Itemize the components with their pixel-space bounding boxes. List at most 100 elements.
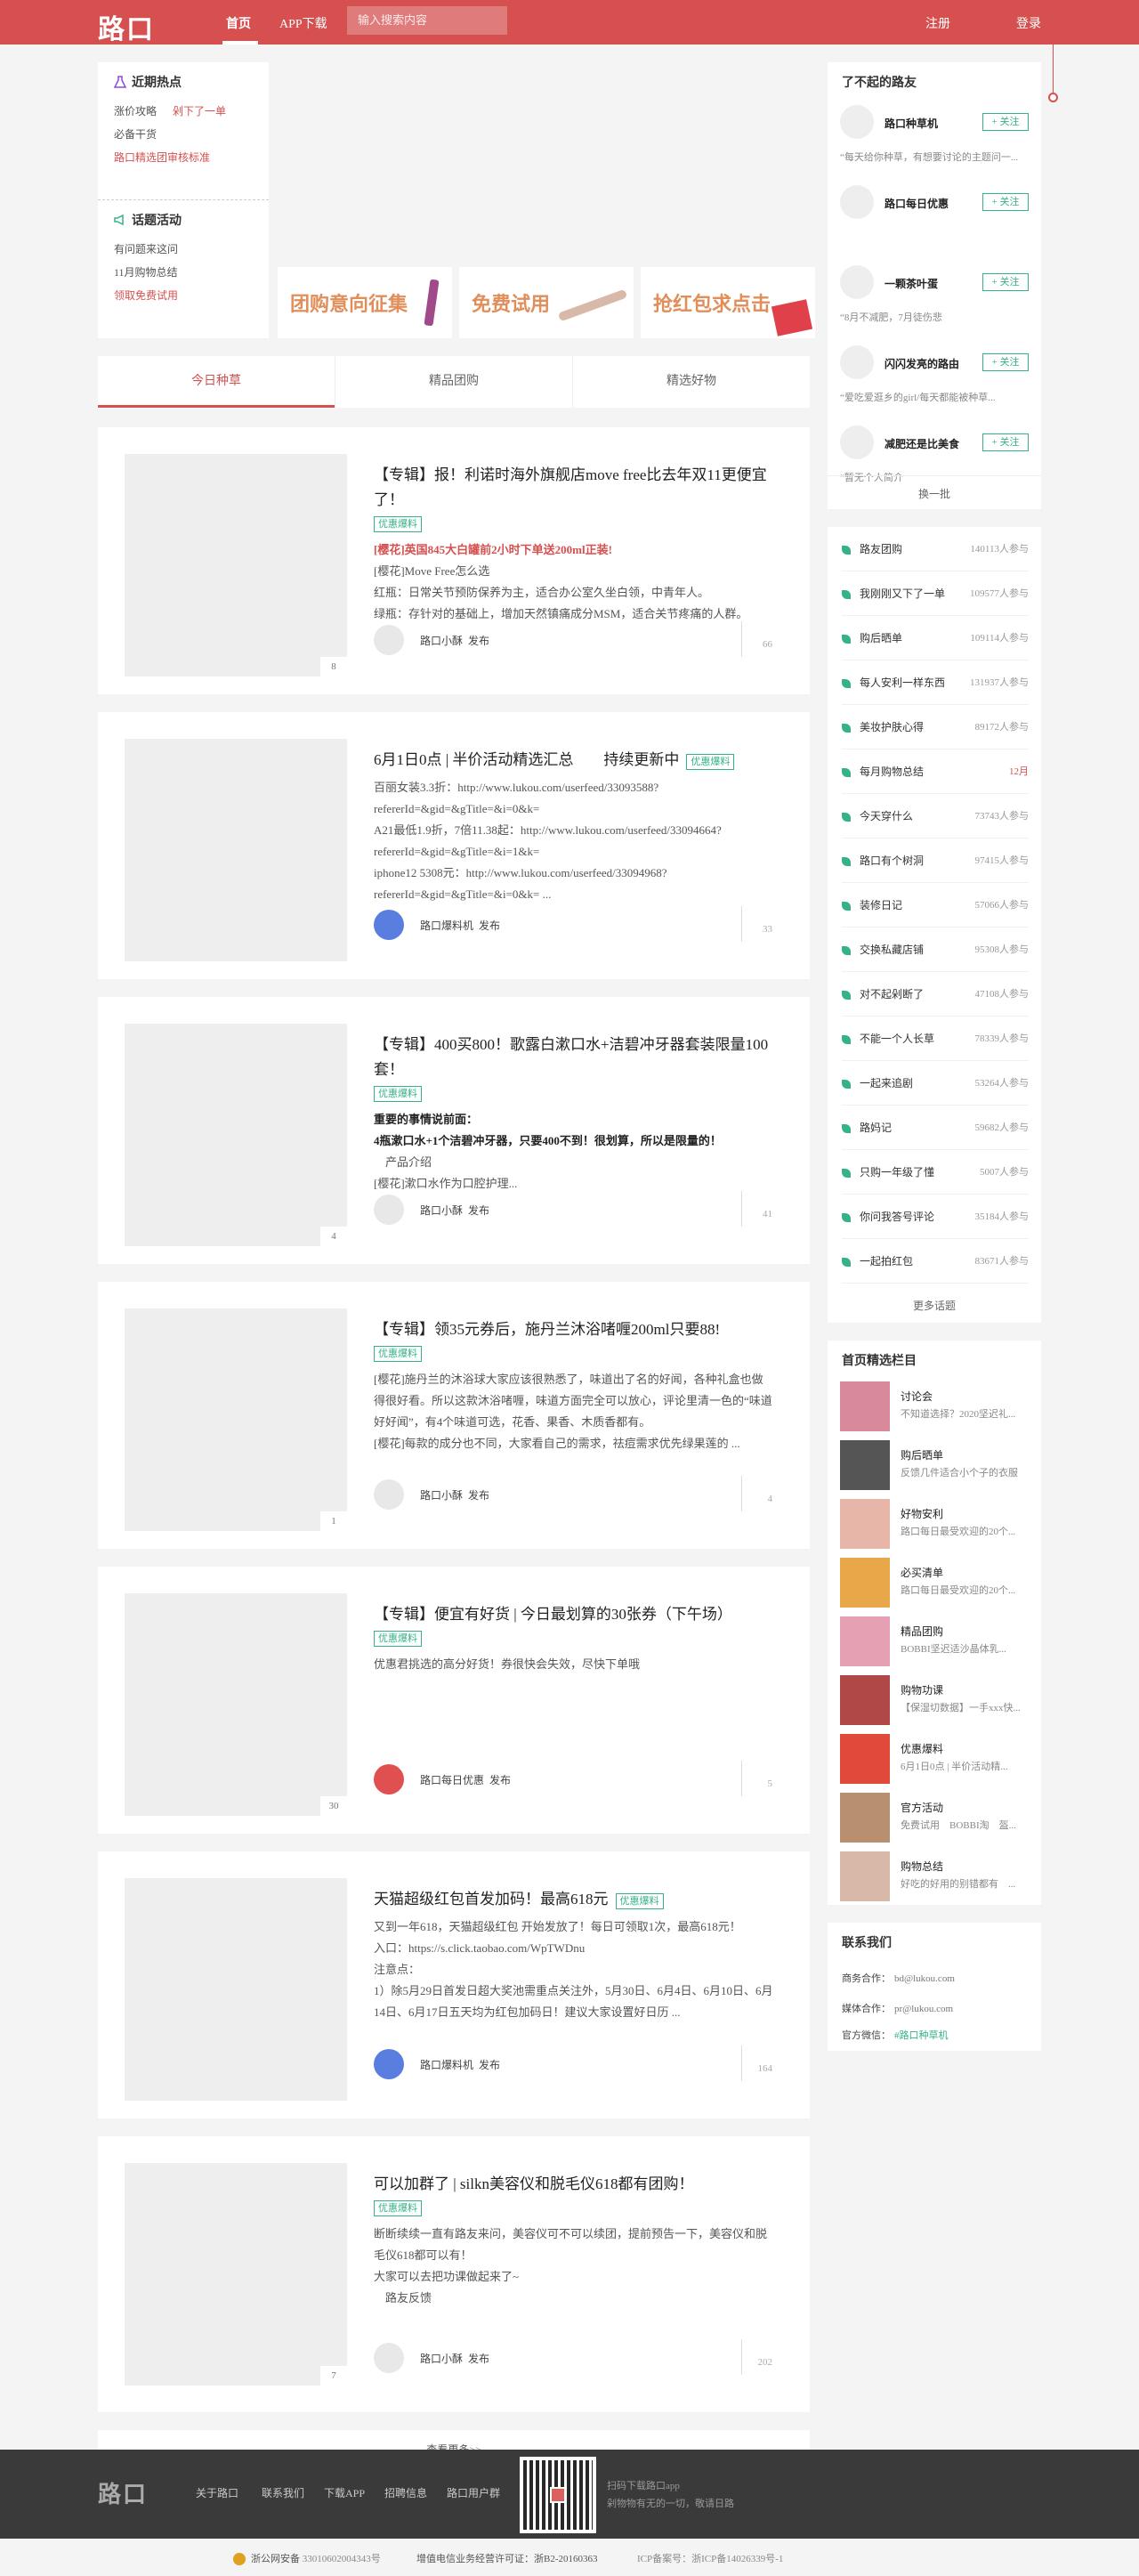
topic-name[interactable]: 只购一年级了懂: [860, 1166, 934, 1179]
author-name[interactable]: 路口爆料机: [420, 918, 473, 933]
post-thumbnail[interactable]: [125, 739, 347, 961]
topic-item[interactable]: 装修日记 57066人参与: [842, 883, 1029, 928]
follow-button[interactable]: + 关注: [982, 353, 1029, 371]
author-name[interactable]: 路口每日优惠: [420, 1772, 484, 1787]
icp-value[interactable]: 浙ICP备14026339号-1: [691, 2554, 783, 2564]
topic-item[interactable]: 每人安利一样东西 131937人参与: [842, 660, 1029, 705]
column-thumbnail[interactable]: [840, 1558, 890, 1608]
avatar[interactable]: [374, 625, 404, 655]
column-thumbnail[interactable]: [840, 1793, 890, 1843]
footer-link-about[interactable]: 关于路口: [196, 2485, 238, 2500]
column-name[interactable]: 精品团购: [901, 1624, 943, 1639]
post-card[interactable]: 天猫超级红包首发加码！最高618元 优惠爆料 又到一年618，天猫超级红包 开始发放…: [98, 1851, 810, 2118]
tab-today[interactable]: 今日种草: [98, 356, 335, 408]
post-thumbnail[interactable]: 8: [125, 454, 347, 676]
post-card[interactable]: 4 【专辑】400买800！歌露白漱口水+洁碧冲牙器套装限量100套！ 优惠爆料 重要…: [98, 997, 810, 1264]
column-thumbnail[interactable]: [840, 1675, 890, 1725]
avatar[interactable]: [840, 265, 874, 299]
column-name[interactable]: 购后晒单: [901, 1447, 943, 1462]
friend-name[interactable]: 路口每日优惠: [885, 196, 972, 211]
column-thumbnail[interactable]: [840, 1616, 890, 1666]
avatar[interactable]: [840, 105, 874, 139]
topic-item[interactable]: 一起来追剧 53264人参与: [842, 1061, 1029, 1106]
column-item[interactable]: 官方活动 免费试用 BOBBI淘 盔...: [840, 1789, 1029, 1844]
police-value[interactable]: 33010602004343号: [303, 2554, 381, 2564]
topic-name[interactable]: 你问我答号评论: [860, 1211, 934, 1223]
topic-name[interactable]: 我刚刚又下了一单: [860, 587, 945, 600]
topic-name[interactable]: 路妈记: [860, 1122, 892, 1134]
hot-item-2[interactable]: 必备干货: [114, 123, 253, 146]
post-thumbnail[interactable]: 1: [125, 1308, 347, 1531]
column-item[interactable]: 购后晒单 反馈几件适合小个子的衣服: [840, 1437, 1029, 1492]
post-title-text[interactable]: 【专辑】领35元券后，施丹兰沐浴啫喱200ml只要88!: [374, 1321, 720, 1338]
nav-app-download[interactable]: APP下载: [279, 14, 327, 32]
avatar[interactable]: [840, 185, 874, 219]
follow-button[interactable]: + 关注: [982, 273, 1029, 291]
login-link[interactable]: 登录: [1016, 14, 1041, 32]
follow-button[interactable]: + 关注: [982, 113, 1029, 131]
post-card[interactable]: 7 可以加群了 | silkn美容仪和脱毛仪618都有团购！ 优惠爆料 断断续续一直有…: [98, 2136, 810, 2412]
topic-name[interactable]: 路口有个树洞: [860, 855, 924, 867]
post-title-text[interactable]: 可以加群了 | silkn美容仪和脱毛仪618都有团购！: [374, 2175, 693, 2192]
topic-name[interactable]: 每人安利一样东西: [860, 676, 945, 689]
footer-link-jobs[interactable]: 招聘信息: [384, 2485, 427, 2500]
topic-item[interactable]: 一起拍红包 83671人参与: [842, 1239, 1029, 1284]
topic-item[interactable]: 不能一个人长草 78339人参与: [842, 1017, 1029, 1061]
avatar[interactable]: [374, 910, 404, 940]
topic-name[interactable]: 装修日记: [860, 899, 902, 911]
post-card[interactable]: 6月1日0点 | 半价活动精选汇总 持续更新中 优惠爆料 百丽女装3.3折：http…: [98, 712, 810, 979]
column-item[interactable]: 精品团购 BOBBI坚迟适沙晶体乳...: [840, 1613, 1029, 1668]
post-title-text[interactable]: 6月1日0点 | 半价活动精选汇总 持续更新中: [374, 751, 679, 768]
activity-item-1[interactable]: 11月购物总结: [114, 261, 253, 284]
banner-red-packet[interactable]: 抢红包求点击: [641, 267, 815, 338]
column-name[interactable]: 讨论会: [901, 1389, 933, 1404]
more-topics-link[interactable]: 更多话题: [828, 1298, 1041, 1313]
topic-item[interactable]: 购后晒单 109114人参与: [842, 616, 1029, 660]
column-item[interactable]: 优惠爆料 6月1日0点 | 半价活动精...: [840, 1730, 1029, 1786]
topic-item[interactable]: 路友团购 140113人参与: [842, 527, 1029, 571]
post-title[interactable]: 【专辑】领35元券后，施丹兰沐浴啫喱200ml只要88!: [374, 1317, 774, 1342]
column-thumbnail[interactable]: [840, 1499, 890, 1549]
friend-name[interactable]: 减肥还是比美食: [885, 436, 972, 451]
follow-button[interactable]: + 关注: [982, 193, 1029, 211]
activity-item-2[interactable]: 领取免费试用: [114, 284, 253, 307]
column-item[interactable]: 购物功课 【保湿切数据】一手xxx快...: [840, 1672, 1029, 1727]
topic-name[interactable]: 不能一个人长草: [860, 1033, 934, 1045]
column-item[interactable]: 讨论会 不知道选择？2020坚迟礼...: [840, 1378, 1029, 1433]
search-input[interactable]: [347, 6, 507, 35]
topic-name[interactable]: 一起来追剧: [860, 1077, 913, 1090]
post-title[interactable]: 6月1日0点 | 半价活动精选汇总 持续更新中 优惠爆料: [374, 748, 774, 777]
column-item[interactable]: 好物安利 路口每日最受欢迎的20个...: [840, 1495, 1029, 1551]
post-title[interactable]: 【专辑】400买800！歌露白漱口水+洁碧冲牙器套装限量100套！: [374, 1033, 774, 1082]
refresh-friends-button[interactable]: 换一批: [828, 486, 1041, 501]
column-name[interactable]: 优惠爆料: [901, 1741, 943, 1756]
topic-name[interactable]: 今天穿什么: [860, 810, 913, 822]
hot-item-3[interactable]: 路口精选团审核标准: [114, 146, 253, 169]
avatar[interactable]: [374, 1764, 404, 1794]
avatar[interactable]: [374, 2049, 404, 2079]
author-name[interactable]: 路口小酥: [420, 2351, 463, 2366]
post-card[interactable]: 8 【专辑】报！利诺时海外旗舰店move free比去年双11更便宜了！ 优惠爆料 […: [98, 427, 810, 694]
post-card[interactable]: 30 【专辑】便宜有好货 | 今日最划算的30张券（下午场） 优惠爆料 优惠君挑选的高…: [98, 1567, 810, 1834]
topic-item[interactable]: 你问我答号评论 35184人参与: [842, 1195, 1029, 1239]
nav-home[interactable]: 首页: [226, 14, 251, 32]
author-name[interactable]: 路口小酥: [420, 633, 463, 648]
column-thumbnail[interactable]: [840, 1440, 890, 1490]
activity-item-0[interactable]: 有问题来这问: [114, 238, 253, 261]
post-thumbnail[interactable]: 7: [125, 2163, 347, 2386]
post-title[interactable]: 天猫超级红包首发加码！最高618元 优惠爆料: [374, 1887, 774, 1916]
banner-group-buy[interactable]: 团购意向征集: [278, 267, 452, 338]
column-name[interactable]: 好物安利: [901, 1506, 943, 1521]
topic-item[interactable]: 每月购物总结 12月: [842, 749, 1029, 794]
column-name[interactable]: 购物功课: [901, 1682, 943, 1697]
column-name[interactable]: 购物总结: [901, 1859, 943, 1874]
column-thumbnail[interactable]: [840, 1851, 890, 1901]
register-link[interactable]: 注册: [925, 14, 950, 32]
avatar[interactable]: [374, 2343, 404, 2373]
topic-item[interactable]: 今天穿什么 73743人参与: [842, 794, 1029, 838]
topic-item[interactable]: 对不起剁断了 47108人参与: [842, 972, 1029, 1017]
column-item[interactable]: 购物总结 好吃的好用的别错都有 ...: [840, 1848, 1029, 1903]
friend-name[interactable]: 路口种草机: [885, 116, 972, 131]
author-name[interactable]: 路口小酥: [420, 1487, 463, 1503]
topic-item[interactable]: 路妈记 59682人参与: [842, 1106, 1029, 1150]
